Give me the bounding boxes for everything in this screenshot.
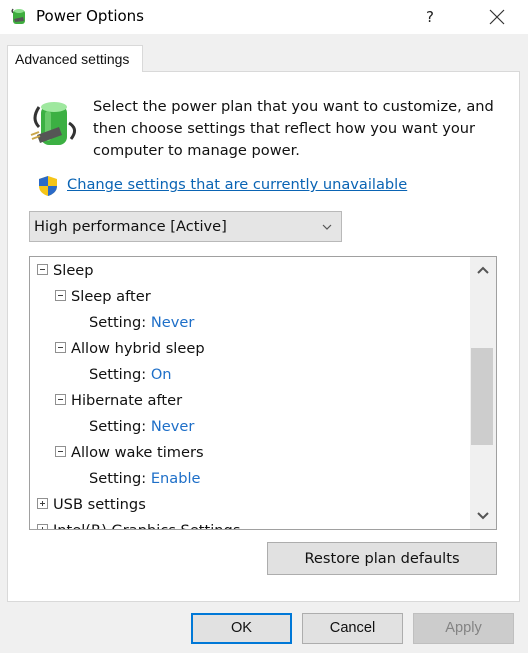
tree-node-intel-graphics[interactable]: Intel(R) Graphics Settings xyxy=(37,518,240,529)
ok-button[interactable]: OK xyxy=(191,613,292,644)
tree-node-allow-hybrid-sleep[interactable]: Allow hybrid sleep xyxy=(55,336,205,362)
tree-node-sleep[interactable]: Sleep xyxy=(37,258,94,284)
power-options-icon xyxy=(11,8,25,24)
collapse-icon[interactable] xyxy=(55,289,66,301)
cancel-button[interactable]: Cancel xyxy=(302,613,403,644)
chevron-up-icon xyxy=(477,266,489,274)
setting-value[interactable]: Never xyxy=(151,314,195,331)
tree-node-hibernate-after[interactable]: Hibernate after xyxy=(55,388,182,414)
tree-setting-sleep-after[interactable]: Setting: Never xyxy=(89,310,194,336)
change-unavailable-settings-link[interactable]: Change settings that are currently unava… xyxy=(67,176,407,193)
setting-value[interactable]: Enable xyxy=(151,470,201,487)
scroll-up-button[interactable] xyxy=(470,259,496,281)
tree-setting-hibernate-after[interactable]: Setting: Never xyxy=(89,414,194,440)
settings-tree[interactable]: Sleep Sleep after Setting: Never Allow h… xyxy=(29,256,497,530)
title-bar: Power Options ? xyxy=(0,0,528,34)
chevron-down-icon xyxy=(477,512,489,520)
setting-value[interactable]: On xyxy=(151,366,172,383)
tab-label: Advanced settings xyxy=(15,51,130,67)
battery-plug-icon xyxy=(30,102,76,145)
power-plan-value: High performance [Active] xyxy=(34,218,227,235)
scroll-thumb[interactable] xyxy=(471,348,493,445)
apply-button[interactable]: Apply xyxy=(413,613,514,644)
restore-plan-defaults-button[interactable]: Restore plan defaults xyxy=(267,542,497,575)
tree-node-sleep-after[interactable]: Sleep after xyxy=(55,284,151,310)
expand-icon[interactable] xyxy=(37,523,48,529)
help-icon: ? xyxy=(426,8,434,26)
chevron-down-icon xyxy=(322,224,332,230)
tree-node-allow-wake-timers[interactable]: Allow wake timers xyxy=(55,440,204,466)
close-icon xyxy=(489,9,505,25)
help-button[interactable]: ? xyxy=(418,4,442,30)
tree-setting-wake-timers[interactable]: Setting: Enable xyxy=(89,466,201,492)
expand-icon[interactable] xyxy=(37,497,48,509)
window-title: Power Options xyxy=(36,7,144,25)
collapse-icon[interactable] xyxy=(55,341,66,353)
collapse-icon[interactable] xyxy=(55,393,66,405)
close-button[interactable] xyxy=(482,4,512,30)
intro-description: Select the power plan that you want to c… xyxy=(93,98,494,159)
power-plan-dropdown[interactable]: High performance [Active] xyxy=(29,211,342,242)
tab-advanced-settings[interactable]: Advanced settings xyxy=(7,45,143,72)
collapse-icon[interactable] xyxy=(55,445,66,457)
scroll-down-button[interactable] xyxy=(470,505,496,527)
tree-setting-hybrid-sleep[interactable]: Setting: On xyxy=(89,362,172,388)
tree-node-usb-settings[interactable]: USB settings xyxy=(37,492,146,518)
setting-value[interactable]: Never xyxy=(151,418,195,435)
uac-shield-icon xyxy=(39,176,57,196)
tree-scrollbar[interactable] xyxy=(470,257,496,529)
collapse-icon[interactable] xyxy=(37,263,48,275)
